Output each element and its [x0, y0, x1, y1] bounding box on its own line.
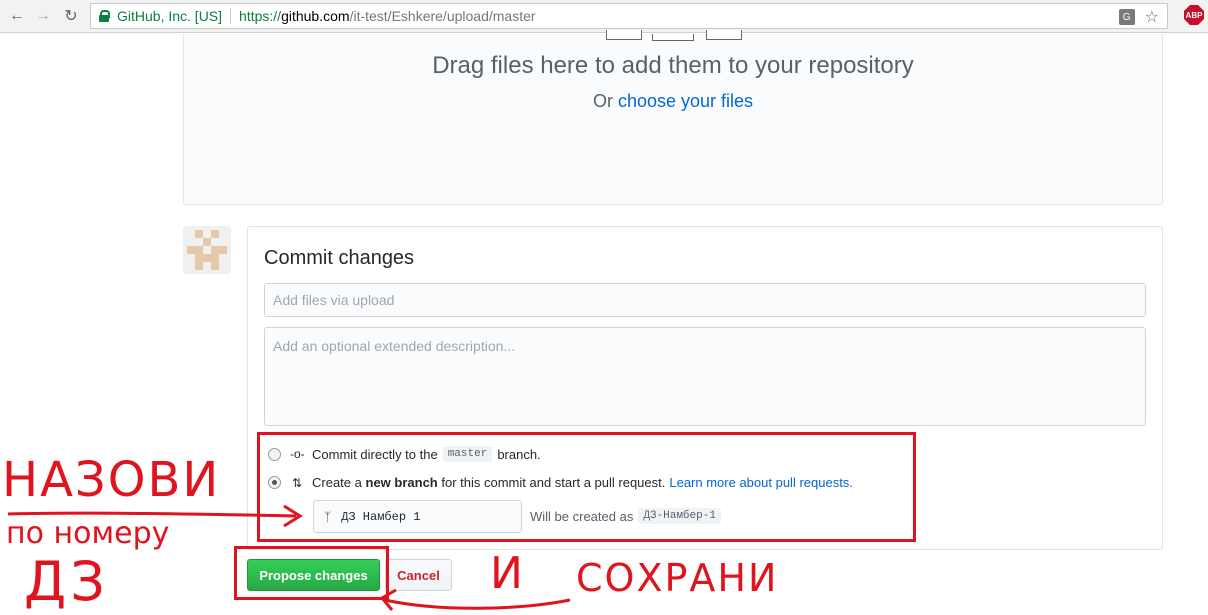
annotation-and: И	[490, 548, 523, 599]
annotation-name-it: НАЗОВИ	[2, 452, 221, 508]
annotation-hw: ДЗ	[24, 550, 109, 613]
annotation-arrows	[7, 504, 571, 611]
page: ← → ↻ GitHub, Inc. [US] https://github.c…	[0, 0, 1208, 615]
arrow-to-propose	[384, 598, 571, 610]
annotation-save: СОХРАНИ	[576, 556, 779, 600]
annotation-by-number: по номеру	[6, 516, 170, 551]
